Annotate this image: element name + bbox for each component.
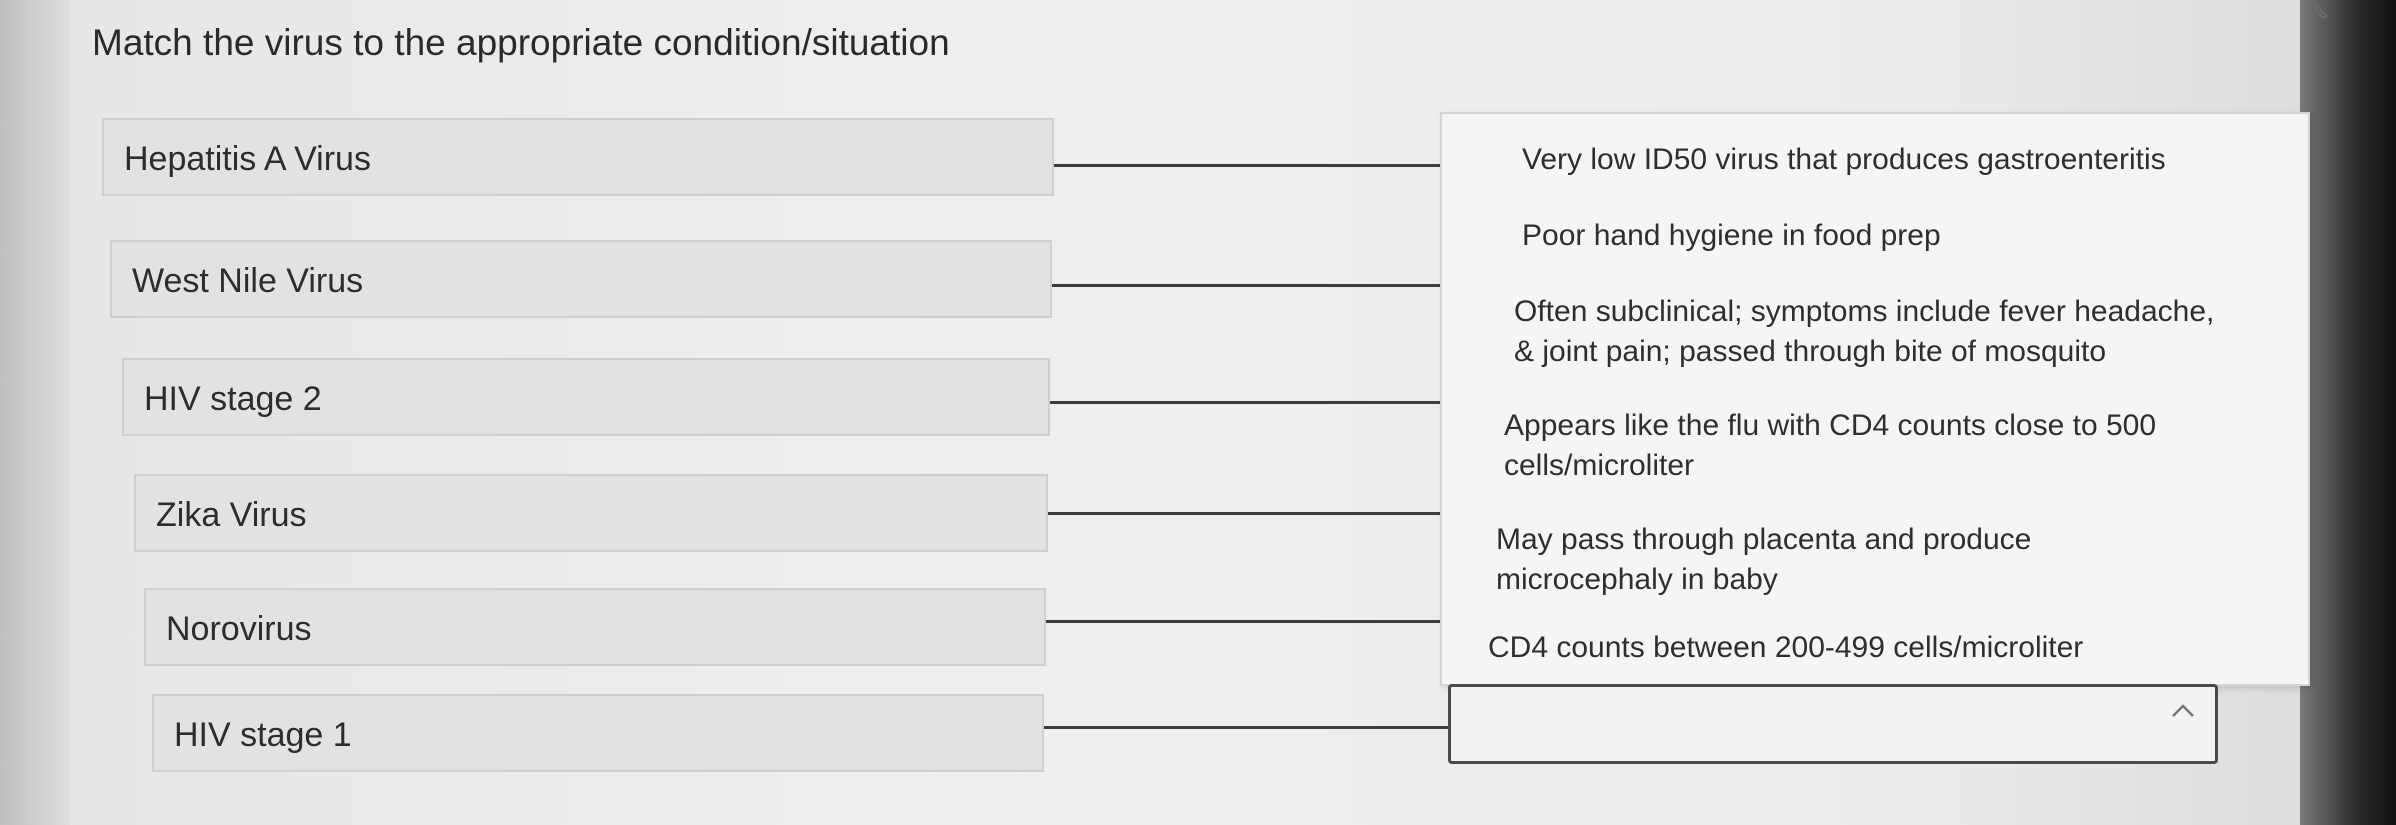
pin-icon[interactable] xyxy=(2300,0,2334,34)
option-text-line2: & joint pain; passed through bite of mos… xyxy=(1514,335,2107,368)
connector-line xyxy=(1048,512,1488,515)
term-box-hepatitis-a[interactable]: Hepatitis A Virus xyxy=(102,118,1054,196)
option-text: Appears like the flu with CD4 counts clo… xyxy=(1504,409,2157,442)
left-margin xyxy=(0,0,70,825)
answer-select[interactable] xyxy=(1448,684,2218,764)
term-label: HIV stage 1 xyxy=(174,716,352,754)
term-box-norovirus[interactable]: Norovirus xyxy=(144,588,1046,666)
option-item[interactable]: Poor hand hygiene in food prep xyxy=(1522,216,1941,256)
term-label: Zika Virus xyxy=(156,496,307,534)
term-label: HIV stage 2 xyxy=(144,380,322,418)
option-text: CD4 counts between 200-499 cells/microli… xyxy=(1488,631,2084,664)
question-text: Match the virus to the appropriate condi… xyxy=(92,22,950,63)
term-label: Norovirus xyxy=(166,610,312,648)
option-text: Very low ID50 virus that produces gastro… xyxy=(1522,143,2166,176)
option-text: Poor hand hygiene in food prep xyxy=(1522,219,1941,252)
option-item[interactable]: CD4 counts between 200-499 cells/microli… xyxy=(1488,628,2083,668)
connector-line xyxy=(1044,726,1450,729)
term-label: West Nile Virus xyxy=(132,262,364,300)
option-text-line2: microcephaly in baby xyxy=(1496,563,1778,596)
connector-line xyxy=(1046,620,1466,623)
term-box-zika[interactable]: Zika Virus xyxy=(134,474,1048,552)
term-box-hiv-stage-2[interactable]: HIV stage 2 xyxy=(122,358,1050,436)
connector-line xyxy=(1052,284,1492,287)
connector-line xyxy=(1050,401,1490,404)
term-box-west-nile[interactable]: West Nile Virus xyxy=(110,240,1052,318)
option-item[interactable]: Appears like the flu with CD4 counts clo… xyxy=(1504,406,2156,486)
option-text: May pass through placenta and produce xyxy=(1496,523,2032,556)
connector-line xyxy=(1054,164,1454,167)
option-text: Often subclinical; symptoms include feve… xyxy=(1514,295,2215,328)
term-box-hiv-stage-1[interactable]: HIV stage 1 xyxy=(152,694,1044,772)
term-label: Hepatitis A Virus xyxy=(124,140,371,178)
quiz-screen: Match the virus to the appropriate condi… xyxy=(0,0,2396,825)
right-margin xyxy=(2300,0,2396,825)
chevron-up-icon[interactable] xyxy=(2168,698,2198,722)
option-item[interactable]: May pass through placenta and produce mi… xyxy=(1496,520,2031,600)
option-item[interactable]: Often subclinical; symptoms include feve… xyxy=(1514,292,2214,372)
option-text-line2: cells/microliter xyxy=(1504,449,1695,482)
option-item[interactable]: Very low ID50 virus that produces gastro… xyxy=(1522,140,2166,180)
